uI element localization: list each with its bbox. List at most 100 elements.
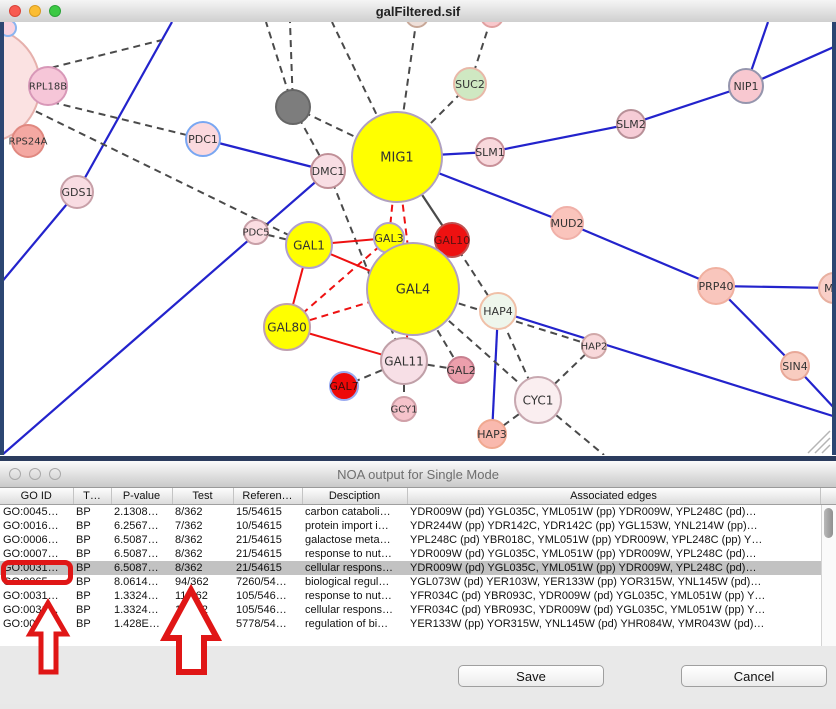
graph-node-topcut1[interactable]	[406, 22, 428, 27]
cell-reference[interactable]: 21/54615	[233, 547, 302, 561]
table-row[interactable]: GO:0050…BP1.428E…80/3625778/54…regulatio…	[0, 617, 836, 631]
table-row[interactable]: GO:0006…BP6.5087…8/36221/54615galactose …	[0, 533, 836, 547]
close-button-inactive[interactable]	[9, 468, 21, 480]
cell-p_value[interactable]: 6.5087…	[111, 547, 172, 561]
cell-type[interactable]: BP	[73, 561, 111, 575]
column-header[interactable]: GO ID	[0, 488, 73, 505]
column-header[interactable]: P-value	[111, 488, 172, 505]
cell-type[interactable]: BP	[73, 575, 111, 589]
cell-test[interactable]: 7/362	[172, 519, 233, 533]
cell-edges[interactable]: YDR009W (pd) YGL035C, YML051W (pp) YDR00…	[407, 561, 820, 575]
cell-reference[interactable]: 10/54615	[233, 519, 302, 533]
cell-p_value[interactable]: 8.0614…	[111, 575, 172, 589]
column-header[interactable]: Referen…	[233, 488, 302, 505]
cell-go_id[interactable]: GO:0006…	[0, 533, 73, 547]
network-canvas[interactable]: RPL18BRPS24AGDS1PDC1PDC5DMC1SUC2MIG1SLM1…	[0, 22, 836, 455]
cell-go_id[interactable]: GO:0007…	[0, 547, 73, 561]
cell-go_id[interactable]: GO:0050…	[0, 617, 73, 631]
column-header[interactable]: T…	[73, 488, 111, 505]
cell-type[interactable]: BP	[73, 603, 111, 617]
column-header[interactable]: Test	[172, 488, 233, 505]
noa-window-titlebar[interactable]: NOA output for Single Mode	[0, 461, 836, 488]
cell-type[interactable]: BP	[73, 617, 111, 631]
cell-go_id[interactable]: GO:0065…	[0, 575, 73, 589]
cell-p_value[interactable]: 6.5087…	[111, 533, 172, 547]
cell-edges[interactable]: YPL248C (pd) YBR018C, YML051W (pp) YDR00…	[407, 533, 820, 547]
cell-reference[interactable]: 15/54615	[233, 505, 302, 520]
cancel-button[interactable]: Cancel	[681, 665, 827, 687]
cell-reference[interactable]: 21/54615	[233, 533, 302, 547]
cell-type[interactable]: BP	[73, 589, 111, 603]
table-row[interactable]: GO:0031…BP6.5087…8/36221/54615cellular r…	[0, 561, 836, 575]
cell-test[interactable]: 8/362	[172, 533, 233, 547]
cell-test[interactable]: 8/362	[172, 561, 233, 575]
cell-go_id[interactable]: GO:0031…	[0, 603, 73, 617]
table-row[interactable]: GO:0016…BP6.2567…7/36210/54615protein im…	[0, 519, 836, 533]
scrollbar-thumb[interactable]	[824, 508, 833, 538]
cell-test[interactable]: 11/362	[172, 589, 233, 603]
cell-go_id[interactable]: GO:0045…	[0, 505, 73, 520]
table-scrollbar[interactable]	[821, 505, 836, 646]
table-row[interactable]: GO:0031…BP1.3324…11/362105/546…cellular …	[0, 603, 836, 617]
cell-type[interactable]: BP	[73, 533, 111, 547]
minimize-button-inactive[interactable]	[29, 468, 41, 480]
cell-type[interactable]: BP	[73, 505, 111, 520]
table-row[interactable]: GO:0031…BP1.3324…11/362105/546…response …	[0, 589, 836, 603]
column-header[interactable]: Desciption	[302, 488, 407, 505]
cell-edges[interactable]: YFR034C (pd) YBR093C, YDR009W (pd) YGL03…	[407, 603, 820, 617]
cell-p_value[interactable]: 6.2567…	[111, 519, 172, 533]
results-table-area: GO IDT…P-valueTestReferen…DesciptionAsso…	[0, 488, 836, 646]
save-button[interactable]: Save	[458, 665, 604, 687]
cell-description[interactable]: response to nut…	[302, 547, 407, 561]
cell-edges[interactable]: YFR034C (pd) YBR093C, YDR009W (pd) YGL03…	[407, 589, 820, 603]
close-button[interactable]	[9, 5, 21, 17]
cell-type[interactable]: BP	[73, 519, 111, 533]
cell-test[interactable]: 80/362	[172, 617, 233, 631]
zoom-button[interactable]	[49, 5, 61, 17]
cell-description[interactable]: galactose meta…	[302, 533, 407, 547]
cell-reference[interactable]: 5778/54…	[233, 617, 302, 631]
cell-test[interactable]: 8/362	[172, 505, 233, 520]
cell-edges[interactable]: YGL073W (pd) YER103W, YER133W (pp) YOR31…	[407, 575, 820, 589]
cell-edges[interactable]: YDR009W (pd) YGL035C, YML051W (pp) YDR00…	[407, 547, 820, 561]
cell-test[interactable]: 94/362	[172, 575, 233, 589]
cell-p_value[interactable]: 1.428E…	[111, 617, 172, 631]
cell-description[interactable]: biological regul…	[302, 575, 407, 589]
cell-go_id[interactable]: GO:0031…	[0, 589, 73, 603]
cell-description[interactable]: regulation of bi…	[302, 617, 407, 631]
cell-p_value[interactable]: 1.3324…	[111, 603, 172, 617]
cell-description[interactable]: protein import i…	[302, 519, 407, 533]
cell-reference[interactable]: 105/546…	[233, 589, 302, 603]
graph-node-label: HAP2	[581, 342, 608, 353]
resize-grip-icon[interactable]	[802, 425, 832, 455]
graph-node-topcut2[interactable]	[481, 22, 503, 27]
cell-p_value[interactable]: 2.1308…	[111, 505, 172, 520]
table-row[interactable]: GO:0007…BP6.5087…8/36221/54615response t…	[0, 547, 836, 561]
cell-description[interactable]: cellular respons…	[302, 603, 407, 617]
cell-reference[interactable]: 21/54615	[233, 561, 302, 575]
cell-edges[interactable]: YDR009W (pd) YGL035C, YML051W (pp) YDR00…	[407, 505, 820, 520]
cell-edges[interactable]: YER133W (pp) YOR315W, YNL145W (pd) YHR08…	[407, 617, 820, 631]
cell-description[interactable]: cellular respons…	[302, 561, 407, 575]
cell-p_value[interactable]: 1.3324…	[111, 589, 172, 603]
cell-reference[interactable]: 105/546…	[233, 603, 302, 617]
minimize-button[interactable]	[29, 5, 41, 17]
cell-go_id[interactable]: GO:0031…	[0, 561, 73, 575]
cell-test[interactable]: 11/362	[172, 603, 233, 617]
graph-node-grayNode[interactable]	[276, 90, 310, 124]
cell-test[interactable]: 8/362	[172, 547, 233, 561]
zoom-button-inactive[interactable]	[49, 468, 61, 480]
table-row[interactable]: GO:0045…BP2.1308…8/36215/54615carbon cat…	[0, 505, 836, 520]
column-header[interactable]: Associated edges	[407, 488, 820, 505]
cell-reference[interactable]: 7260/54…	[233, 575, 302, 589]
cell-description[interactable]: carbon cataboli…	[302, 505, 407, 520]
cell-go_id[interactable]: GO:0016…	[0, 519, 73, 533]
table-header-row[interactable]: GO IDT…P-valueTestReferen…DesciptionAsso…	[0, 488, 836, 505]
cell-type[interactable]: BP	[73, 547, 111, 561]
cell-edges[interactable]: YDR244W (pp) YDR142C, YDR142C (pp) YGL15…	[407, 519, 820, 533]
table-row[interactable]: GO:0065…BP8.0614…94/3627260/54…biologica…	[0, 575, 836, 589]
graph-window-titlebar[interactable]: galFiltered.sif	[0, 0, 836, 23]
column-header[interactable]	[820, 488, 836, 505]
cell-description[interactable]: response to nut…	[302, 589, 407, 603]
cell-p_value[interactable]: 6.5087…	[111, 561, 172, 575]
